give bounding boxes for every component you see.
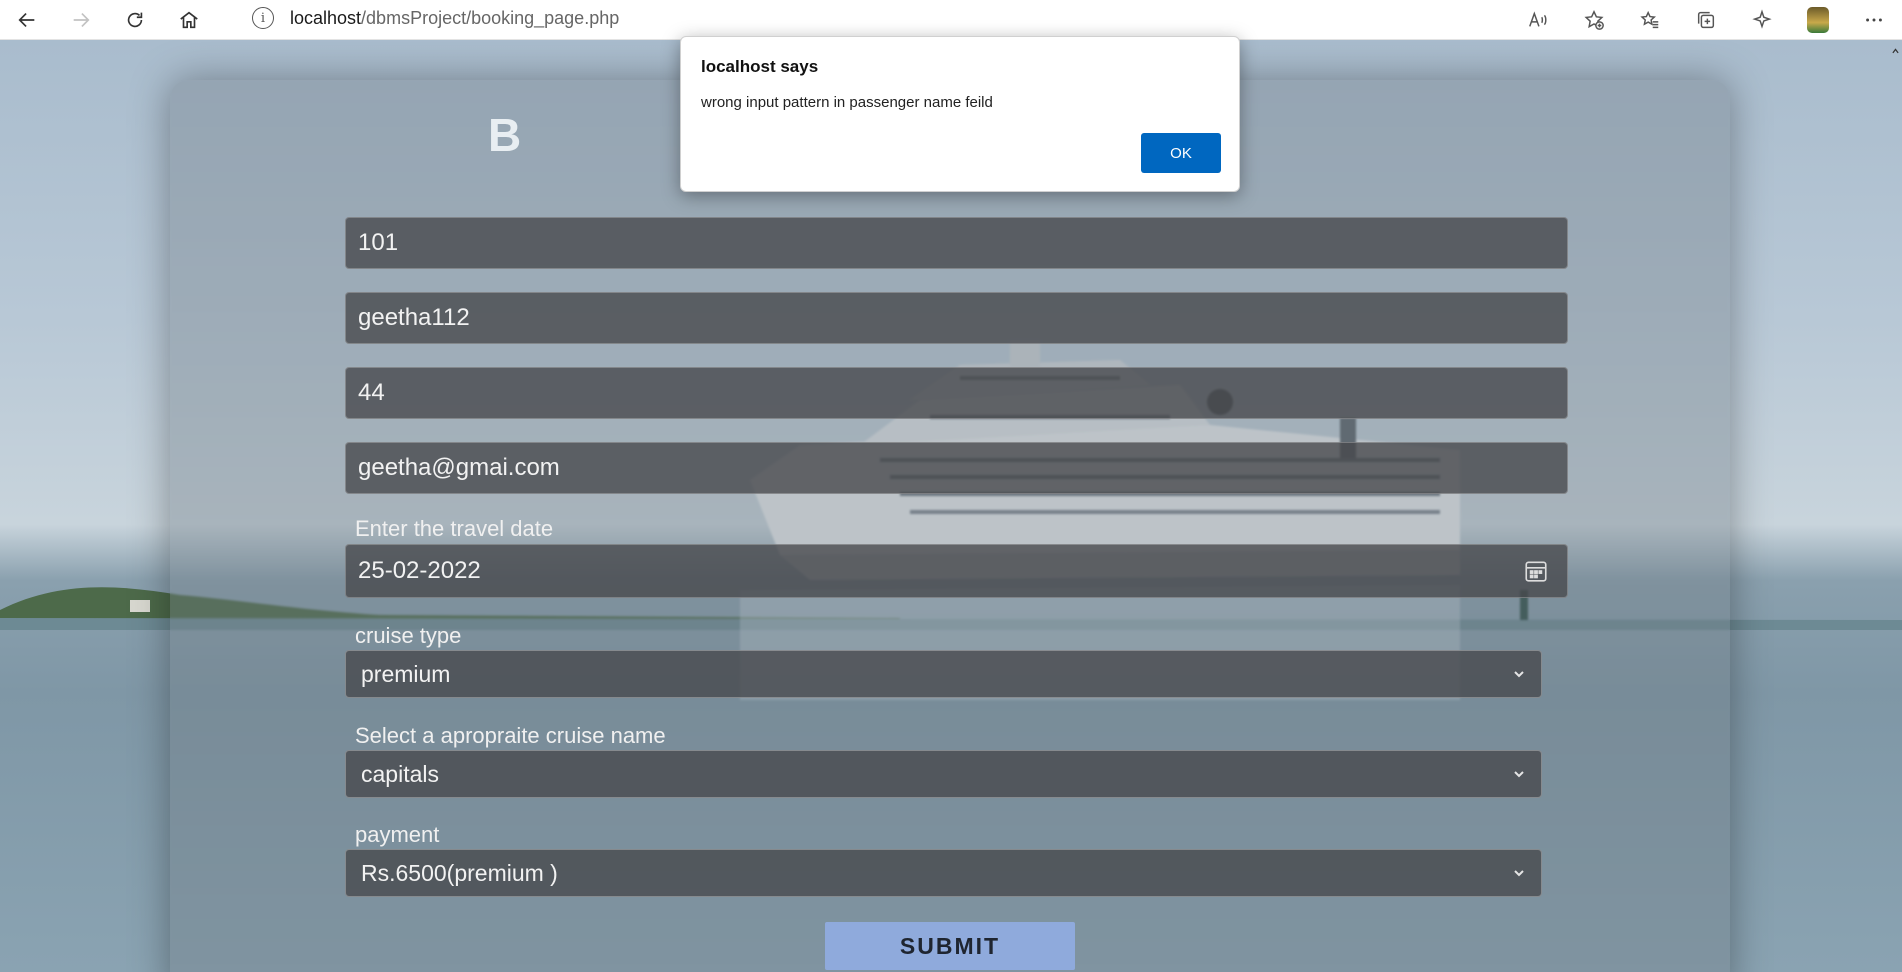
alert-dialog: localhost says wrong input pattern in pa… xyxy=(680,36,1240,192)
travel-date-value: 25-02-2022 xyxy=(358,557,481,584)
url-path: /dbmsProject/booking_page.php xyxy=(361,7,620,28)
cruise-type-select[interactable]: premium xyxy=(345,650,1542,698)
more-options-icon[interactable] xyxy=(1846,0,1902,40)
home-icon[interactable] xyxy=(162,0,216,40)
cruise-type-label: cruise type xyxy=(355,623,462,648)
dialog-title: localhost says xyxy=(701,57,819,76)
favorites-icon[interactable] xyxy=(1622,0,1678,40)
age-field[interactable]: 44 xyxy=(345,367,1568,419)
chevron-down-icon xyxy=(1514,771,1524,778)
ok-button[interactable]: OK xyxy=(1141,133,1221,173)
forward-icon[interactable] xyxy=(54,0,108,40)
chevron-down-icon xyxy=(1514,870,1524,877)
site-info-icon[interactable]: i xyxy=(252,7,274,29)
passenger-name-field[interactable]: geetha112 xyxy=(345,292,1568,344)
payment-value: Rs.6500(premium ) xyxy=(361,859,558,886)
chevron-down-icon xyxy=(1514,671,1524,678)
dialog-message: wrong input pattern in passenger name fe… xyxy=(701,94,993,111)
payment-select[interactable]: Rs.6500(premium ) xyxy=(345,849,1542,897)
page-title: B xyxy=(488,109,522,161)
url-text[interactable]: localhost/dbmsProject/booking_page.php xyxy=(290,8,619,29)
cruise-name-select[interactable]: capitals xyxy=(345,750,1542,798)
url-host: localhost xyxy=(290,7,362,28)
submit-button[interactable]: SUBMIT xyxy=(825,922,1075,970)
address-bar[interactable]: i localhost/dbmsProject/booking_page.php xyxy=(236,2,1516,34)
email-field[interactable]: geetha@gmai.com xyxy=(345,442,1568,494)
calendar-icon[interactable] xyxy=(1523,558,1549,584)
add-favorite-icon[interactable] xyxy=(1566,0,1622,40)
travel-date-label: Enter the travel date xyxy=(355,516,554,541)
cruise-type-value: premium xyxy=(361,660,451,687)
page-scrollbar[interactable] xyxy=(1888,40,1902,972)
id-field[interactable]: 101 xyxy=(345,217,1568,269)
refresh-icon[interactable] xyxy=(108,0,162,40)
copilot-icon[interactable] xyxy=(1734,0,1790,40)
profile-avatar[interactable] xyxy=(1790,0,1846,40)
travel-date-input[interactable]: 25-02-2022 xyxy=(345,544,1568,598)
payment-label: payment xyxy=(355,822,440,847)
collections-icon[interactable] xyxy=(1678,0,1734,40)
cruise-name-value: capitals xyxy=(361,760,439,787)
browser-toolbar: i localhost/dbmsProject/booking_page.php xyxy=(0,0,1902,40)
cruise-name-label: Select a apropraite cruise name xyxy=(355,723,666,748)
read-aloud-icon[interactable] xyxy=(1510,0,1566,40)
back-icon[interactable] xyxy=(0,0,54,40)
